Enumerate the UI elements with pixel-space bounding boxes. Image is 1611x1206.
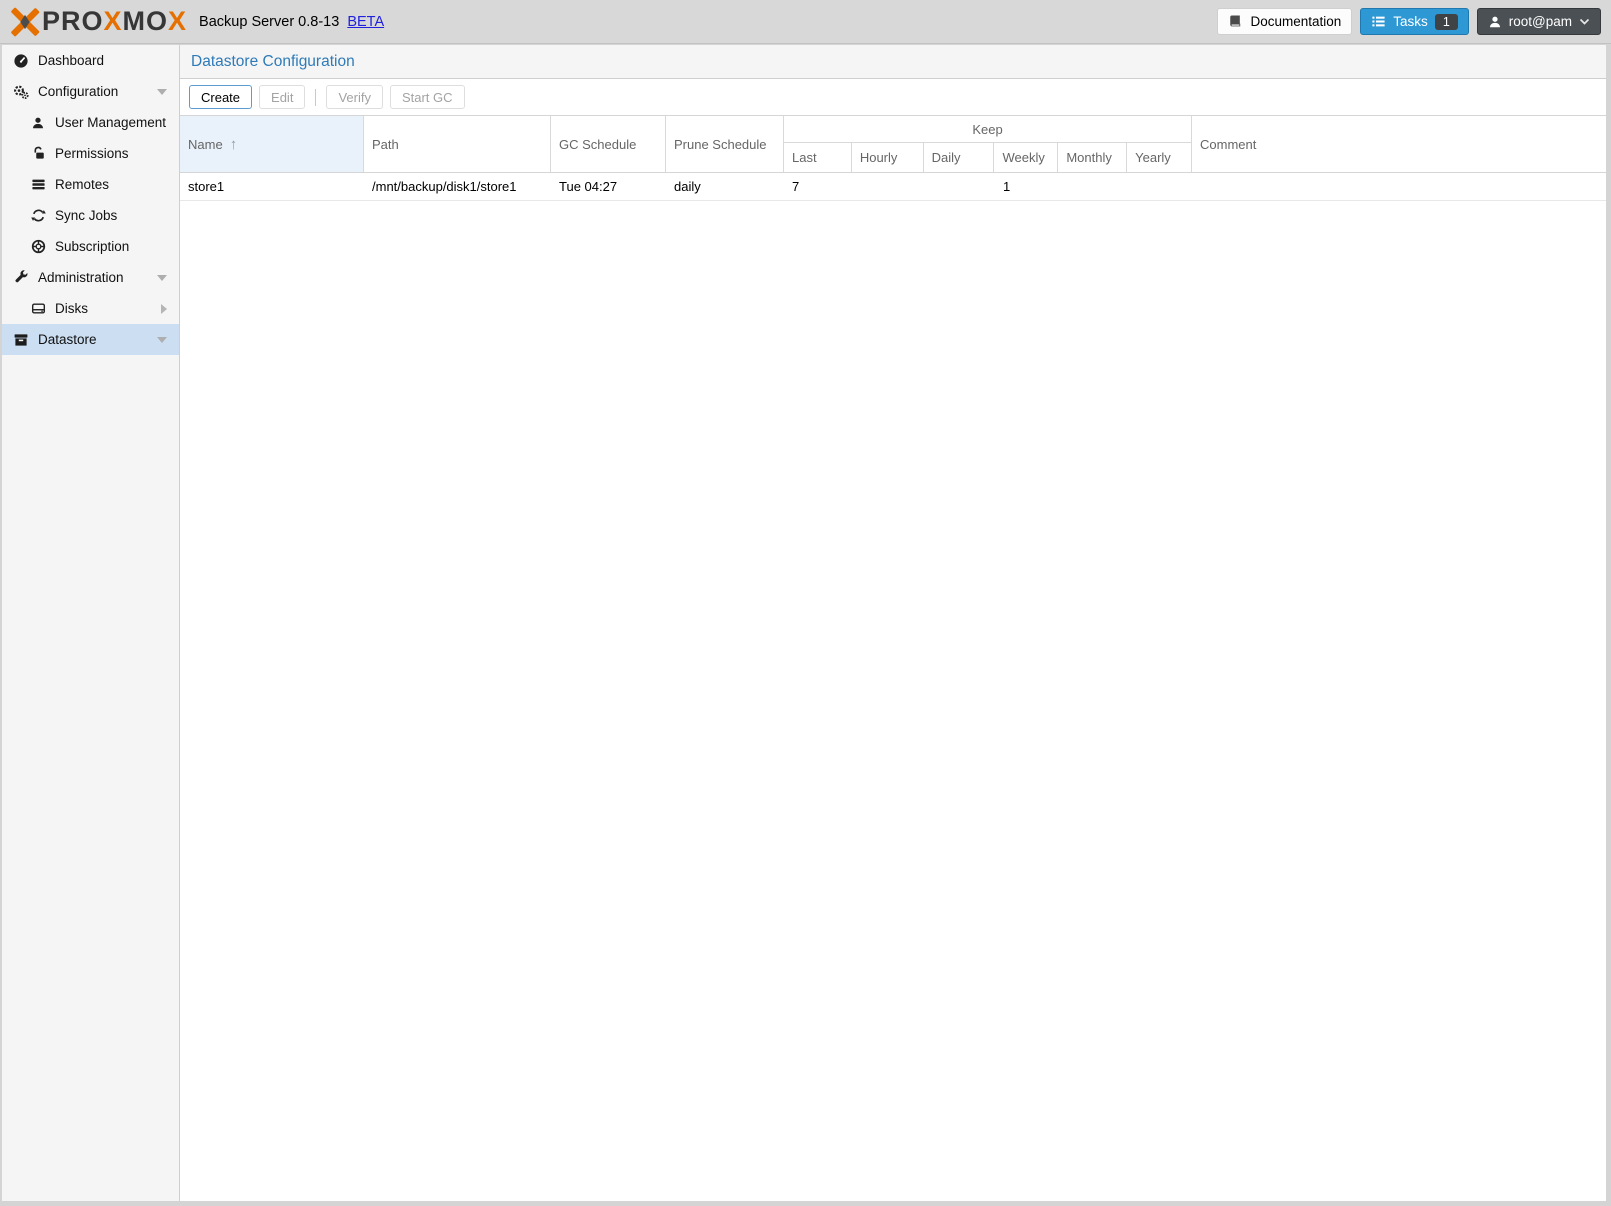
keep-group-label: Keep	[784, 116, 1191, 143]
column-header-path[interactable]: Path	[364, 116, 551, 172]
sidebar-item-label: Subscription	[55, 239, 129, 254]
column-header-keep-daily[interactable]: Daily	[924, 143, 995, 172]
main-panel: Datastore Configuration Create Edit Veri…	[180, 45, 1606, 1201]
sidebar-item-label: Datastore	[38, 332, 97, 347]
app-frame: Dashboard Configuration	[2, 45, 1606, 1201]
sidebar-item-label: User Management	[55, 115, 166, 130]
cell-keep-daily	[924, 173, 995, 200]
sidebar-item-label: Permissions	[55, 146, 129, 161]
column-header-keep-yearly[interactable]: Yearly	[1127, 143, 1191, 172]
sidebar-item-configuration[interactable]: Configuration	[2, 76, 179, 107]
cell-gc-schedule: Tue 04:27	[551, 173, 666, 200]
proxmox-backup-app: PROXMOX Backup Server 0.8-13 BETA Docume…	[0, 0, 1611, 1206]
sidebar-item-label: Dashboard	[38, 53, 104, 68]
top-actions: Documentation Tasks 1	[1217, 8, 1601, 35]
sort-asc-icon: ↑	[230, 136, 238, 153]
cell-name: store1	[180, 173, 364, 200]
create-button[interactable]: Create	[189, 85, 252, 109]
list-bars-icon	[29, 177, 47, 192]
keep-subcolumns: Last Hourly Daily Weekly Monthly Yearly	[784, 143, 1191, 172]
sidebar-item-subscription[interactable]: Subscription	[2, 231, 179, 262]
tasks-button[interactable]: Tasks 1	[1360, 8, 1468, 35]
wrench-icon	[12, 270, 30, 285]
column-header-comment[interactable]: Comment	[1192, 116, 1606, 172]
column-header-gc-schedule[interactable]: GC Schedule	[551, 116, 666, 172]
dashboard-gauge-icon	[12, 53, 30, 69]
cell-keep-monthly	[1059, 173, 1128, 200]
column-header-keep-weekly[interactable]: Weekly	[994, 143, 1058, 172]
cell-comment	[1192, 173, 1606, 200]
cell-path: /mnt/backup/disk1/store1	[364, 173, 551, 200]
proxmox-wordmark: PROXMOX	[42, 6, 187, 37]
task-list-icon	[1371, 14, 1386, 29]
unlock-icon	[29, 146, 47, 161]
table-empty-area	[180, 201, 1606, 1201]
sidebar-item-administration[interactable]: Administration	[2, 262, 179, 293]
table-row[interactable]: store1 /mnt/backup/disk1/store1 Tue 04:2…	[180, 173, 1606, 201]
sidebar-item-permissions[interactable]: Permissions	[2, 138, 179, 169]
sidebar-item-sync-jobs[interactable]: Sync Jobs	[2, 200, 179, 231]
column-header-keep-monthly[interactable]: Monthly	[1058, 143, 1127, 172]
panel-title-bar: Datastore Configuration	[180, 45, 1606, 79]
proxmox-logo: PROXMOX	[10, 6, 187, 37]
toolbar: Create Edit Verify Start GC	[180, 79, 1606, 115]
cell-keep-last: 7	[784, 173, 852, 200]
column-header-prune-schedule[interactable]: Prune Schedule	[666, 116, 784, 172]
column-header-name[interactable]: Name ↑	[180, 116, 364, 172]
sidebar-item-datastore[interactable]: Datastore	[2, 324, 179, 355]
page-title: Datastore Configuration	[191, 53, 355, 71]
chevron-down-icon	[1579, 18, 1590, 26]
column-header-keep-hourly[interactable]: Hourly	[852, 143, 924, 172]
column-group-keep: Keep Last Hourly Daily Weekly Monthly Ye…	[784, 116, 1192, 172]
cell-keep-hourly	[852, 173, 924, 200]
top-header-bar: PROXMOX Backup Server 0.8-13 BETA Docume…	[0, 0, 1611, 44]
toolbar-separator	[315, 89, 316, 106]
user-avatar-icon	[1488, 15, 1502, 29]
sidebar-item-dashboard[interactable]: Dashboard	[2, 45, 179, 76]
beta-link[interactable]: BETA	[347, 14, 384, 30]
sidebar-item-label: Administration	[38, 270, 124, 285]
sidebar-item-user-management[interactable]: User Management	[2, 107, 179, 138]
table-header: Name ↑ Path GC Schedule Prune Schedule K…	[180, 116, 1606, 173]
chevron-down-icon[interactable]	[157, 89, 167, 95]
gears-icon	[12, 84, 30, 100]
sidebar-item-label: Sync Jobs	[55, 208, 117, 223]
verify-button: Verify	[326, 85, 383, 109]
cell-prune-schedule: daily	[666, 173, 784, 200]
documentation-button[interactable]: Documentation	[1217, 8, 1352, 35]
sidebar-item-label: Disks	[55, 301, 88, 316]
chevron-right-icon[interactable]	[161, 304, 167, 314]
sidebar-item-disks[interactable]: Disks	[2, 293, 179, 324]
sync-icon	[29, 208, 47, 223]
product-title: Backup Server 0.8-13 BETA	[199, 14, 384, 30]
chevron-down-icon[interactable]	[157, 275, 167, 281]
archive-icon	[12, 332, 30, 348]
tasks-count-badge: 1	[1435, 14, 1458, 30]
proxmox-logo-mark-icon	[10, 7, 40, 37]
cell-keep-weekly: 1	[995, 173, 1059, 200]
user-menu-button[interactable]: root@pam	[1477, 8, 1601, 35]
edit-button: Edit	[259, 85, 305, 109]
datastore-table: Name ↑ Path GC Schedule Prune Schedule K…	[180, 115, 1606, 1201]
book-icon	[1228, 14, 1243, 29]
navigation-sidebar: Dashboard Configuration	[2, 45, 180, 1201]
user-icon	[29, 116, 47, 130]
sidebar-item-label: Remotes	[55, 177, 109, 192]
column-header-keep-last[interactable]: Last	[784, 143, 852, 172]
sidebar-item-remotes[interactable]: Remotes	[2, 169, 179, 200]
lifering-icon	[29, 239, 47, 254]
hdd-icon	[29, 301, 47, 316]
chevron-down-icon[interactable]	[157, 337, 167, 343]
start-gc-button: Start GC	[390, 85, 465, 109]
sidebar-item-label: Configuration	[38, 84, 118, 99]
cell-keep-yearly	[1128, 173, 1192, 200]
